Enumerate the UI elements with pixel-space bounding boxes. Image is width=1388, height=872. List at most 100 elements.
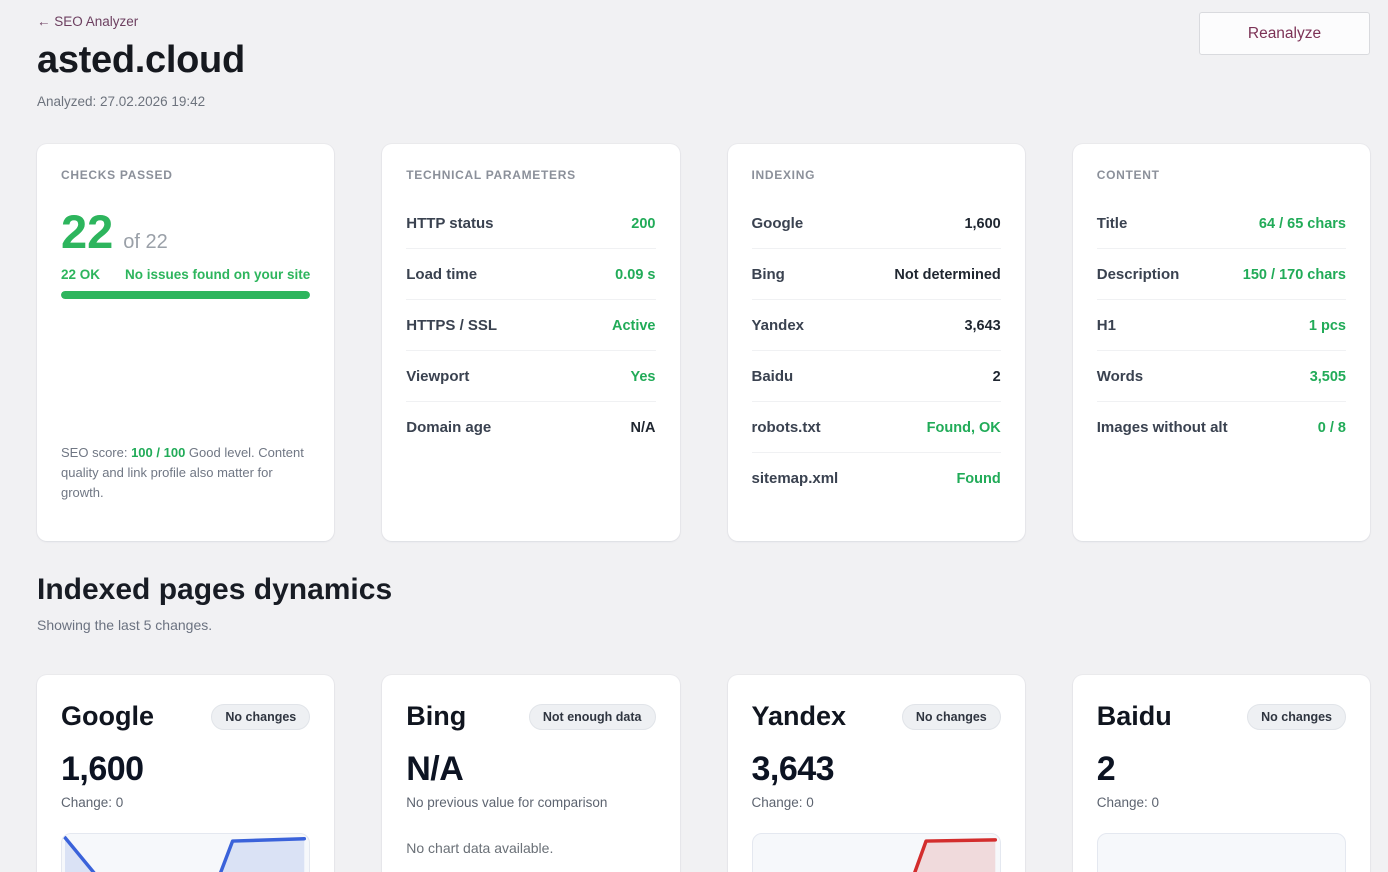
param-value: 2 [993, 369, 1001, 385]
page-title: asted.cloud [37, 39, 1370, 82]
param-label: Title [1097, 215, 1128, 232]
engine-name: Google [61, 701, 154, 732]
param-value: 1 pcs [1309, 318, 1346, 334]
param-value: Yes [631, 369, 656, 385]
indexing-card: INDEXING Google 1,600 Bing Not determine… [728, 144, 1025, 541]
param-row: Baidu 2 [752, 351, 1001, 402]
checks-score: 22 of 22 [61, 208, 310, 255]
param-value: 200 [631, 216, 655, 232]
param-row: H1 1 pcs [1097, 300, 1346, 351]
card-label: CONTENT [1097, 168, 1346, 182]
param-row: Words 3,505 [1097, 351, 1346, 402]
param-label: robots.txt [752, 419, 821, 436]
dynamics-card-bing: Bing Not enough data N/A No previous val… [382, 675, 679, 872]
dynamics-card-yandex: Yandex No changes 3,643 Change: 0 [728, 675, 1025, 872]
checks-passed-count: 22 [61, 208, 113, 255]
param-row: Domain age N/A [406, 402, 655, 452]
param-label: Description [1097, 266, 1180, 283]
back-link[interactable]: ← SEO Analyzer [37, 14, 138, 29]
param-value: 3,505 [1310, 369, 1346, 385]
checks-status-row: 22 OK No issues found on your site [61, 267, 310, 282]
param-value: Not determined [894, 267, 1000, 283]
engine-name: Yandex [752, 701, 847, 732]
param-row: Images without alt 0 / 8 [1097, 402, 1346, 452]
param-value: N/A [631, 420, 656, 436]
seo-score-prefix: SEO score: [61, 445, 131, 460]
status-badge: Not enough data [529, 704, 656, 730]
param-row: Viewport Yes [406, 351, 655, 402]
sparkline-chart [1097, 833, 1346, 872]
analyzed-timestamp: Analyzed: 27.02.2026 19:42 [37, 94, 1370, 109]
param-value: 3,643 [964, 318, 1000, 334]
param-label: Images without alt [1097, 419, 1228, 436]
param-label: Words [1097, 368, 1143, 385]
checks-passed-card: CHECKS PASSED 22 of 22 22 OK No issues f… [37, 144, 334, 541]
param-row: HTTP status 200 [406, 198, 655, 249]
param-row: Description 150 / 170 chars [1097, 249, 1346, 300]
checks-total: of 22 [123, 231, 167, 254]
param-row: HTTPS / SSL Active [406, 300, 655, 351]
param-label: Baidu [752, 368, 794, 385]
indexed-count: 2 [1097, 750, 1346, 789]
param-row: Load time 0.09 s [406, 249, 655, 300]
dynamics-section-subtitle: Showing the last 5 changes. [37, 617, 1370, 633]
param-label: Bing [752, 266, 785, 283]
change-label: Change: 0 [752, 795, 1001, 810]
param-value: 64 / 65 chars [1259, 216, 1346, 232]
sparkline-chart [61, 833, 310, 872]
param-label: sitemap.xml [752, 470, 839, 487]
checks-progress-bar [61, 291, 310, 299]
param-row: robots.txt Found, OK [752, 402, 1001, 453]
status-badge: No changes [1247, 704, 1346, 730]
indexed-count: 1,600 [61, 750, 310, 789]
seo-score-value: 100 / 100 [131, 445, 185, 460]
summary-cards-grid: CHECKS PASSED 22 of 22 22 OK No issues f… [37, 144, 1370, 541]
indexed-count: 3,643 [752, 750, 1001, 789]
param-value: 1,600 [964, 216, 1000, 232]
indexed-count: N/A [406, 750, 655, 789]
content-card: CONTENT Title 64 / 65 chars Description … [1073, 144, 1370, 541]
param-label: HTTP status [406, 215, 493, 232]
param-label: H1 [1097, 317, 1116, 334]
param-row: sitemap.xml Found [752, 453, 1001, 503]
param-row: Google 1,600 [752, 198, 1001, 249]
dynamics-cards-grid: Google No changes 1,600 Change: 0 Bing N… [37, 675, 1370, 872]
dynamics-section-title: Indexed pages dynamics [37, 573, 1370, 607]
checks-ok-count: 22 OK [61, 267, 100, 282]
param-label: Domain age [406, 419, 491, 436]
no-chart-message: No chart data available. [406, 840, 655, 856]
sparkline-chart [752, 833, 1001, 872]
card-label: TECHNICAL PARAMETERS [406, 168, 655, 182]
change-label: Change: 0 [61, 795, 310, 810]
checks-status-message: No issues found on your site [125, 267, 310, 282]
card-label: INDEXING [752, 168, 1001, 182]
status-badge: No changes [211, 704, 310, 730]
change-label: No previous value for comparison [406, 795, 655, 810]
param-label: Google [752, 215, 804, 232]
page: ← SEO Analyzer Reanalyze asted.cloud Ana… [0, 0, 1388, 872]
engine-name: Baidu [1097, 701, 1172, 732]
param-value: 0.09 s [615, 267, 655, 283]
engine-name: Bing [406, 701, 466, 732]
param-value: Found, OK [927, 420, 1001, 436]
change-label: Change: 0 [1097, 795, 1346, 810]
checks-progress-fill [61, 291, 310, 299]
param-row: Yandex 3,643 [752, 300, 1001, 351]
param-label: HTTPS / SSL [406, 317, 497, 334]
seo-score-note: SEO score: 100 / 100 Good level. Content… [61, 443, 310, 503]
param-label: Viewport [406, 368, 469, 385]
param-label: Load time [406, 266, 477, 283]
dynamics-card-google: Google No changes 1,600 Change: 0 [37, 675, 334, 872]
param-row: Title 64 / 65 chars [1097, 198, 1346, 249]
param-value: Active [612, 318, 656, 334]
param-label: Yandex [752, 317, 805, 334]
param-value: Found [956, 471, 1000, 487]
param-row: Bing Not determined [752, 249, 1001, 300]
dynamics-card-baidu: Baidu No changes 2 Change: 0 [1073, 675, 1370, 872]
status-badge: No changes [902, 704, 1001, 730]
reanalyze-button[interactable]: Reanalyze [1199, 12, 1370, 55]
card-label: CHECKS PASSED [61, 168, 310, 182]
param-value: 0 / 8 [1318, 420, 1346, 436]
param-value: 150 / 170 chars [1243, 267, 1346, 283]
technical-parameters-card: TECHNICAL PARAMETERS HTTP status 200 Loa… [382, 144, 679, 541]
